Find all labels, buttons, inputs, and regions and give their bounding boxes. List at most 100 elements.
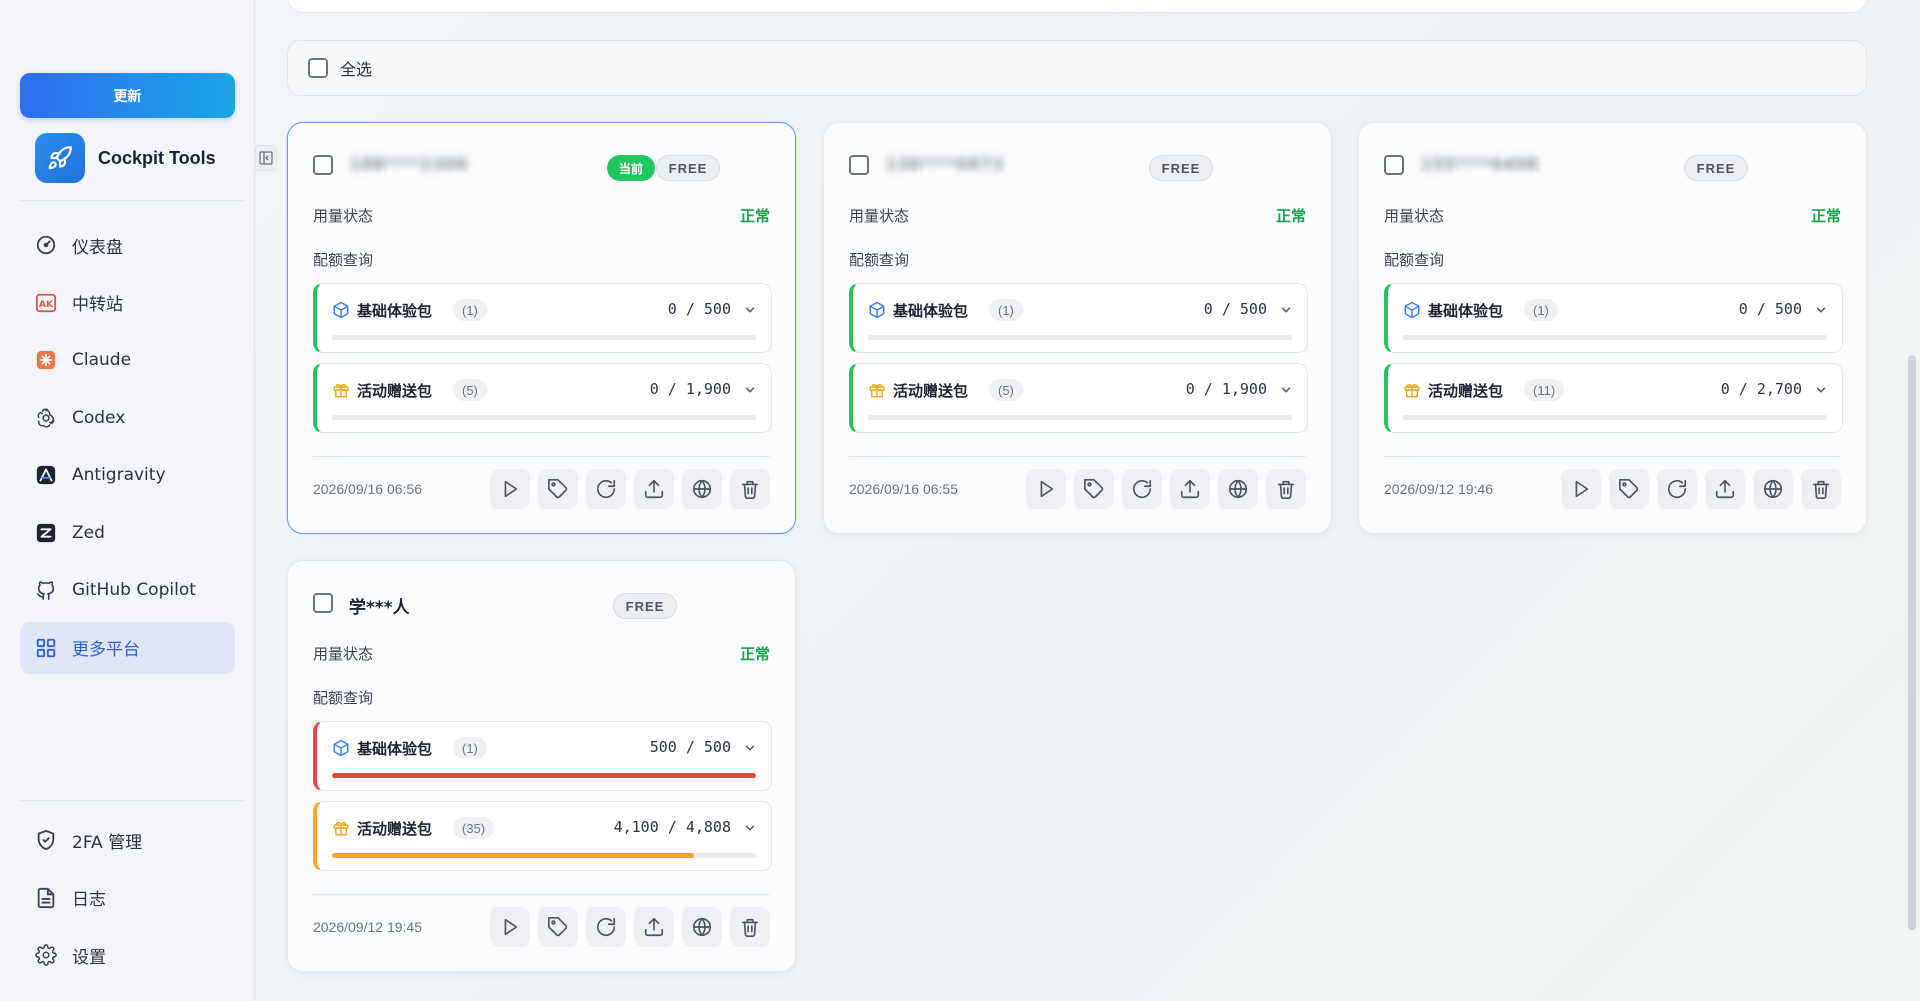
top-panel	[287, 0, 1867, 13]
sidebar-item-document[interactable]: 日志	[20, 872, 235, 924]
refresh-button[interactable]	[1657, 469, 1697, 509]
copilot-icon	[34, 578, 58, 602]
trash-button[interactable]	[1801, 469, 1841, 509]
chevron-down-icon[interactable]	[1814, 383, 1828, 397]
play-icon	[499, 916, 521, 938]
sidebar-item-label: Codex	[72, 407, 126, 428]
quota-package[interactable]: 活动赠送包 (5) 0 / 1,900	[849, 363, 1308, 433]
globe-button[interactable]	[682, 469, 722, 509]
tag-icon	[1083, 478, 1105, 500]
trash-icon	[739, 478, 761, 500]
sidebar-divider	[20, 200, 245, 201]
package-name: 活动赠送包	[893, 382, 969, 400]
sidebar-item-shield-check[interactable]: 2FA 管理	[20, 814, 235, 866]
sidebar-item-openai[interactable]: Codex	[20, 392, 235, 444]
upload-button[interactable]	[634, 469, 674, 509]
sidebar-item-gauge[interactable]: 仪表盘	[20, 219, 235, 271]
upload-button[interactable]	[1170, 469, 1210, 509]
update-button[interactable]: 更新	[20, 73, 235, 118]
card-checkbox[interactable]	[313, 155, 333, 175]
upload-icon	[643, 478, 665, 500]
package-count: (1)	[989, 299, 1023, 321]
package-usage: 4,100 / 4,808	[613, 818, 731, 836]
refresh-button[interactable]	[586, 469, 626, 509]
package-usage: 0 / 1,900	[649, 380, 731, 398]
plan-badge: FREE	[656, 155, 720, 181]
quota-package[interactable]: 活动赠送包 (35) 4,100 / 4,808	[313, 801, 772, 871]
chevron-down-icon[interactable]	[1279, 383, 1293, 397]
package-usage: 0 / 500	[1738, 300, 1802, 318]
tag-button[interactable]	[538, 907, 578, 947]
package-progress-bar	[332, 853, 756, 858]
refresh-button[interactable]	[586, 907, 626, 947]
play-button[interactable]	[1561, 469, 1601, 509]
card-checkbox[interactable]	[313, 593, 333, 613]
quota-package[interactable]: 活动赠送包 (5) 0 / 1,900	[313, 363, 772, 433]
gift-icon	[332, 819, 350, 837]
chevron-down-icon[interactable]	[743, 303, 757, 317]
package-name: 活动赠送包	[1428, 382, 1504, 400]
package-count: (35)	[453, 817, 495, 839]
card-header: 188****2309 当前 FREE	[313, 149, 770, 183]
sidebar-item-grid[interactable]: 更多平台	[20, 621, 235, 674]
sidebar-item-label: Zed	[72, 522, 105, 543]
tag-button[interactable]	[538, 469, 578, 509]
refresh-icon	[595, 916, 617, 938]
sidebar-item-claude[interactable]: Claude	[20, 334, 235, 386]
globe-icon	[691, 478, 713, 500]
package-progress-bar	[332, 773, 756, 778]
quota-package[interactable]: 基础体验包 (1) 0 / 500	[1384, 283, 1843, 353]
upload-button[interactable]	[1705, 469, 1745, 509]
chevron-down-icon[interactable]	[1279, 303, 1293, 317]
sidebar-item-gear[interactable]: 设置	[20, 929, 235, 981]
play-button[interactable]	[490, 907, 530, 947]
chevron-down-icon[interactable]	[743, 383, 757, 397]
package-name: 活动赠送包	[357, 382, 433, 400]
tag-button[interactable]	[1609, 469, 1649, 509]
sidebar-item-ak[interactable]: AK 中转站	[20, 277, 235, 329]
trash-button[interactable]	[1266, 469, 1306, 509]
account-card[interactable]: 188****2309 当前 FREE 用量状态 正常 配额查询 基础体验包 (…	[287, 122, 796, 534]
quota-package[interactable]: 基础体验包 (1) 0 / 500	[313, 283, 772, 353]
card-header: 155****6498 FREE	[1384, 149, 1841, 183]
trash-button[interactable]	[730, 469, 770, 509]
sidebar-nav: 仪表盘 AK 中转站 Claude Codex Antigravity Zed G…	[20, 219, 235, 679]
refresh-button[interactable]	[1122, 469, 1162, 509]
tag-button[interactable]	[1074, 469, 1114, 509]
cube-icon	[868, 301, 886, 319]
trash-button[interactable]	[730, 907, 770, 947]
chevron-down-icon[interactable]	[743, 741, 757, 755]
package-progress-bar	[868, 415, 1292, 420]
card-checkbox[interactable]	[1384, 155, 1404, 175]
account-card[interactable]: 学***人 FREE 用量状态 正常 配额查询 基础体验包 (1) 500 / …	[287, 560, 796, 972]
quota-package[interactable]: 基础体验包 (1) 0 / 500	[849, 283, 1308, 353]
current-badge: 当前	[607, 155, 656, 181]
card-date: 2026/09/12 19:46	[1384, 481, 1493, 497]
sidebar-item-antigravity[interactable]: Antigravity	[20, 449, 235, 501]
account-card[interactable]: 155****6498 FREE 用量状态 正常 配额查询 基础体验包 (1) …	[1358, 122, 1867, 534]
quota-package[interactable]: 活动赠送包 (11) 0 / 2,700	[1384, 363, 1843, 433]
sidebar-item-copilot[interactable]: GitHub Copilot	[20, 564, 235, 616]
quota-package[interactable]: 基础体验包 (1) 500 / 500	[313, 721, 772, 791]
upload-icon	[1179, 478, 1201, 500]
chevron-down-icon[interactable]	[743, 821, 757, 835]
scrollbar[interactable]	[1908, 355, 1916, 930]
chevron-down-icon[interactable]	[1814, 303, 1828, 317]
sidebar-item-zed[interactable]: Zed	[20, 507, 235, 559]
account-card[interactable]: 136****6873 FREE 用量状态 正常 配额查询 基础体验包 (1) …	[823, 122, 1332, 534]
select-all-checkbox[interactable]	[308, 58, 328, 78]
refresh-icon	[595, 478, 617, 500]
card-checkbox[interactable]	[849, 155, 869, 175]
card-header: 136****6873 FREE	[849, 149, 1306, 183]
play-button[interactable]	[490, 469, 530, 509]
package-count: (1)	[453, 299, 487, 321]
globe-button[interactable]	[1753, 469, 1793, 509]
sidebar-collapse-icon[interactable]	[255, 145, 277, 171]
globe-button[interactable]	[1218, 469, 1258, 509]
openai-icon	[34, 406, 58, 430]
upload-button[interactable]	[634, 907, 674, 947]
package-name: 活动赠送包	[357, 820, 433, 838]
globe-button[interactable]	[682, 907, 722, 947]
play-button[interactable]	[1026, 469, 1066, 509]
trash-icon	[1810, 478, 1832, 500]
